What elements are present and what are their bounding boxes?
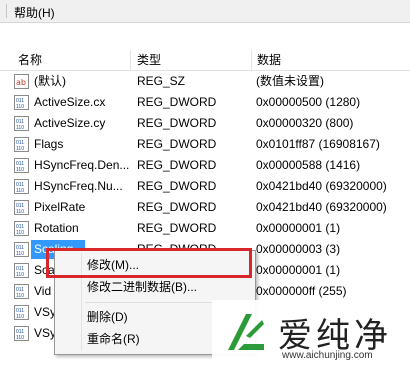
svg-text:110: 110 <box>16 272 24 278</box>
value-name: VSy <box>34 326 57 340</box>
value-data: 0x00000003 (3) <box>256 242 341 256</box>
value-name: (默认) <box>34 74 66 88</box>
value-type: REG_DWORD <box>137 221 217 235</box>
svg-text:110: 110 <box>16 335 24 341</box>
menu-help[interactable]: 帮助(H) <box>14 4 55 21</box>
registry-row[interactable]: 011 110 HSyncFreq.Nu... REG_DWORD 0x0421b… <box>0 176 410 197</box>
string-value-icon: ab <box>14 74 29 89</box>
registry-row[interactable]: 011 110 ActiveSize.cy REG_DWORD 0x0000032… <box>0 113 410 134</box>
binary-value-icon: 011110 <box>14 137 29 152</box>
registry-row[interactable]: 011 110 PixelRate REG_DWORD 0x0421bd40 (6… <box>0 197 410 218</box>
value-data: 0x00000588 (1416) <box>256 158 361 172</box>
svg-text:110: 110 <box>16 125 24 131</box>
value-name: PixelRate <box>34 200 86 214</box>
menu-divider <box>0 4 7 18</box>
svg-text:110: 110 <box>16 167 24 173</box>
value-name: Rotation <box>34 221 79 235</box>
binary-value-icon: 011110 <box>14 200 29 215</box>
value-data: 0x0421bd40 (69320000) <box>256 179 387 193</box>
column-header-type[interactable]: 类型 <box>131 50 252 70</box>
svg-text:110: 110 <box>16 104 24 110</box>
svg-text:110: 110 <box>16 209 24 215</box>
binary-value-icon: 011110 <box>14 158 29 173</box>
svg-text:110: 110 <box>16 230 24 236</box>
registry-row[interactable]: 011 110 ActiveSize.cx REG_DWORD 0x0000050… <box>0 92 410 113</box>
registry-row[interactable]: 011 110 Flags REG_DWORD 0x0101ff87 (16908… <box>0 134 410 155</box>
binary-value-icon: 011110 <box>14 263 29 278</box>
value-type: REG_DWORD <box>137 137 217 151</box>
value-data: 0x0101ff87 (16908167) <box>256 137 380 151</box>
value-name: HSyncFreq.Nu... <box>34 179 123 193</box>
column-header-data[interactable]: 数据 <box>251 50 410 70</box>
value-name: HSyncFreq.Den... <box>34 158 130 172</box>
value-data: 0x00000001 (1) <box>256 263 341 277</box>
value-data: 0x00000500 (1280) <box>256 95 361 109</box>
binary-value-icon: 011110 <box>14 326 29 341</box>
registry-row[interactable]: 011 110 Rotation REG_DWORD 0x00000001 (1) <box>0 218 410 239</box>
annotation-highlight-box <box>46 248 252 278</box>
registry-row[interactable]: ab (默认) REG_SZ (数值未设置) <box>0 71 410 92</box>
svg-text:ab: ab <box>16 78 26 87</box>
value-name: Vid <box>34 284 52 298</box>
svg-text:110: 110 <box>16 314 24 320</box>
svg-text:110: 110 <box>16 188 24 194</box>
value-name: ActiveSize.cy <box>34 116 106 130</box>
watermark-logo: 爱纯净 www.aichunjing.com <box>212 300 410 366</box>
value-type: REG_DWORD <box>137 200 217 214</box>
value-type: REG_DWORD <box>137 158 217 172</box>
svg-text:110: 110 <box>16 251 24 257</box>
binary-value-icon: 011110 <box>14 116 29 131</box>
svg-text:110: 110 <box>16 293 24 299</box>
column-header-name[interactable]: 名称 <box>12 50 131 70</box>
value-name: ActiveSize.cx <box>34 95 106 109</box>
value-data: 0x0421bd40 (69320000) <box>256 200 387 214</box>
list-header: 名称 类型 数据 <box>0 50 410 71</box>
value-type: REG_DWORD <box>137 179 217 193</box>
binary-value-icon: 011110 <box>14 242 29 257</box>
value-type: REG_DWORD <box>137 116 217 130</box>
binary-value-icon: 011110 <box>14 305 29 320</box>
binary-value-icon: 011110 <box>14 221 29 236</box>
binary-value-icon: 011110 <box>14 284 29 299</box>
value-name: VSy <box>34 305 57 319</box>
value-name: Flags <box>34 137 64 151</box>
value-data: 0x00000001 (1) <box>256 221 341 235</box>
value-data: 0x00000320 (800) <box>256 116 354 130</box>
logo-icon <box>228 314 264 350</box>
registry-row[interactable]: 011 110 HSyncFreq.Den... REG_DWORD 0x0000… <box>0 155 410 176</box>
binary-value-icon: 011110 <box>14 179 29 194</box>
value-data: (数值未设置) <box>256 74 324 88</box>
binary-value-icon: 011110 <box>14 95 29 110</box>
menu-item-modify-binary[interactable]: 修改二进制数据(B)... <box>55 276 255 298</box>
value-data: 0x000000ff (255) <box>256 284 347 298</box>
brand-url: www.aichunjing.com <box>282 350 373 361</box>
value-type: REG_SZ <box>137 74 186 88</box>
value-type: REG_DWORD <box>137 95 217 109</box>
svg-text:110: 110 <box>16 146 24 152</box>
menu-bar: 帮助(H) <box>0 0 410 23</box>
